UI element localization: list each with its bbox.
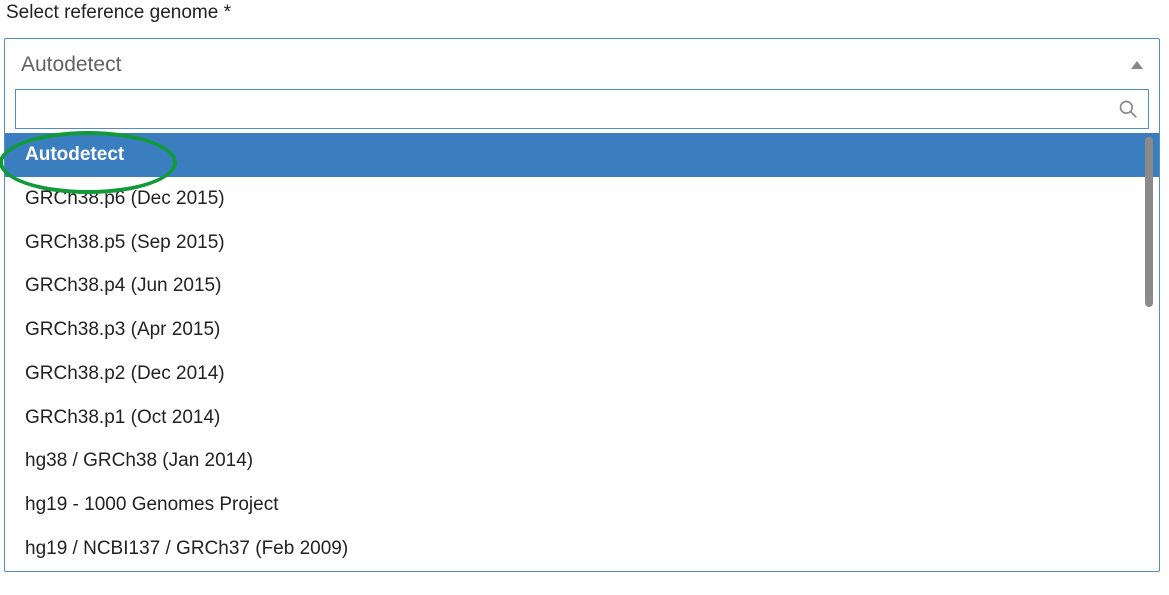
select-header[interactable]: Autodetect [5,39,1159,87]
option-genome[interactable]: GRCh38.p6 (Dec 2015) [5,177,1159,221]
select-search-input[interactable] [16,90,1118,128]
selected-value: Autodetect [21,53,121,77]
search-icon [1118,99,1138,119]
option-genome[interactable]: GRCh38.p2 (Dec 2014) [5,352,1159,396]
option-genome[interactable]: GRCh38.p4 (Jun 2015) [5,264,1159,308]
option-genome[interactable]: GRCh38.p1 (Oct 2014) [5,396,1159,440]
select-search-row [15,89,1149,129]
option-genome[interactable]: GRCh38.p5 (Sep 2015) [5,221,1159,265]
option-genome[interactable]: hg38 / GRCh38 (Jan 2014) [5,439,1159,483]
options-list: Autodetect GRCh38.p6 (Dec 2015) GRCh38.p… [5,131,1159,571]
option-genome[interactable]: hg19 - 1000 Genomes Project [5,483,1159,527]
option-autodetect[interactable]: Autodetect [5,133,1159,177]
field-label: Select reference genome * [6,2,1165,24]
option-genome[interactable]: hg19 / NCBI137 / GRCh37 (Feb 2009) [5,527,1159,571]
reference-genome-select[interactable]: Autodetect Autodetect GRCh38.p6 (Dec 201… [4,38,1160,572]
collapse-icon [1131,61,1143,69]
option-genome[interactable]: GRCh38.p3 (Apr 2015) [5,308,1159,352]
scrollbar-thumb[interactable] [1145,137,1153,307]
